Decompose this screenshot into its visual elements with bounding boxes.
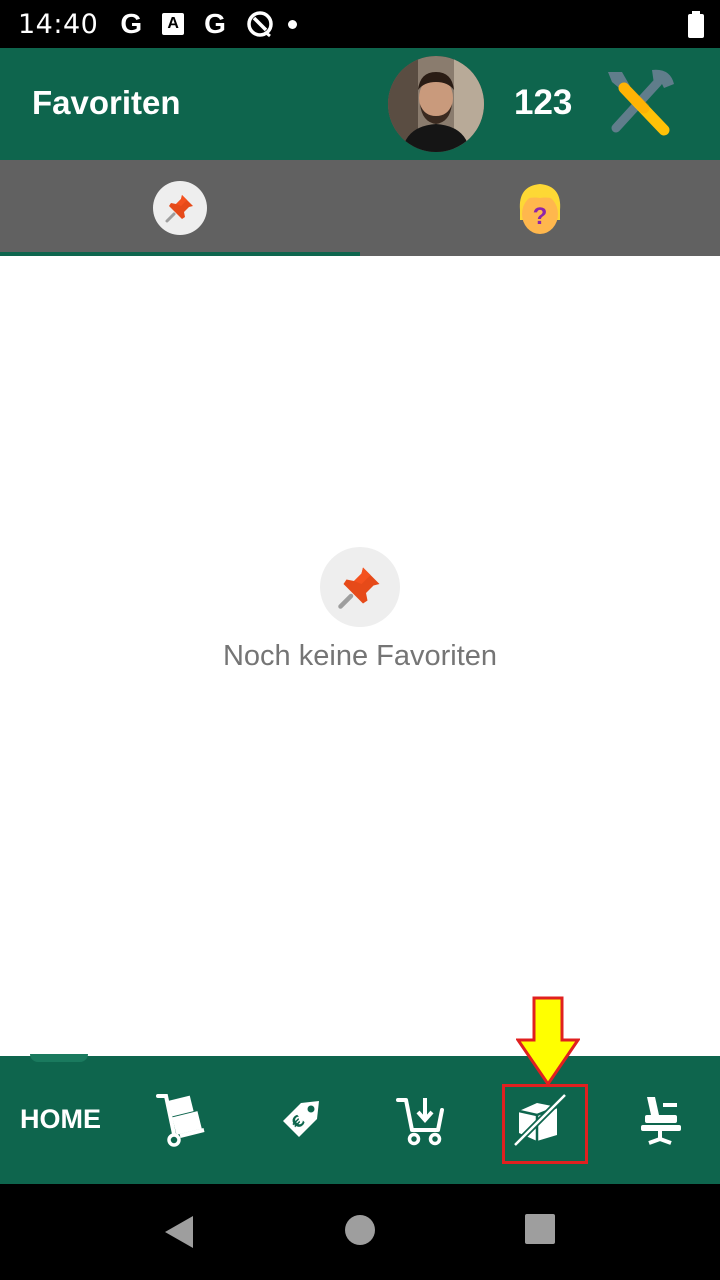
question-person-icon: ?: [519, 184, 561, 234]
cart-download-icon: [396, 1098, 444, 1146]
dot-icon: [287, 19, 297, 29]
points-count: 123: [514, 83, 573, 122]
price-tag-icon: €: [283, 1101, 319, 1137]
nav-home-button[interactable]: HOME: [20, 1104, 101, 1135]
screen: 14:40 G A G Favoriten 123 ? Noch keine F…: [0, 0, 720, 1280]
chair-icon: [641, 1097, 681, 1145]
tools-icon[interactable]: [600, 66, 680, 142]
app-bar: Favoriten 123: [0, 48, 720, 160]
no-disturb-icon: [247, 11, 273, 38]
empty-state-message: Noch keine Favoriten: [222, 640, 498, 672]
status-time: 14:40: [18, 8, 99, 40]
pushpin-icon: [153, 181, 207, 235]
battery-icon: [688, 11, 704, 38]
nav-hand-truck[interactable]: [148, 1088, 212, 1152]
google-icon: G: [120, 8, 143, 39]
a-icon: A: [162, 13, 185, 35]
nav-chair[interactable]: [628, 1088, 692, 1152]
nav-price-tag[interactable]: €: [268, 1088, 332, 1152]
hand-truck-icon: [156, 1094, 205, 1147]
page-title: Favoriten: [32, 84, 181, 121]
nav-indicator: [30, 1054, 88, 1062]
pushpin-icon: [320, 547, 400, 627]
highlight-box: [502, 1084, 588, 1164]
system-nav-bar: [0, 1184, 720, 1280]
tab-favorites[interactable]: [0, 160, 360, 256]
recents-icon[interactable]: [525, 1214, 555, 1244]
tab-bar: ?: [0, 160, 720, 256]
arrow-down-icon: [516, 996, 580, 1086]
home-circle-icon[interactable]: [344, 1214, 376, 1246]
svg-text:?: ?: [533, 203, 548, 230]
status-bar: 14:40 G A G: [0, 0, 720, 48]
bottom-nav: HOME €: [0, 996, 720, 1184]
google-icon: G: [204, 8, 226, 39]
tab-questions[interactable]: ?: [360, 160, 720, 256]
tab-indicator: [0, 252, 360, 256]
nav-cart-download[interactable]: [388, 1088, 452, 1152]
avatar[interactable]: [388, 56, 484, 152]
back-icon[interactable]: [163, 1214, 195, 1250]
